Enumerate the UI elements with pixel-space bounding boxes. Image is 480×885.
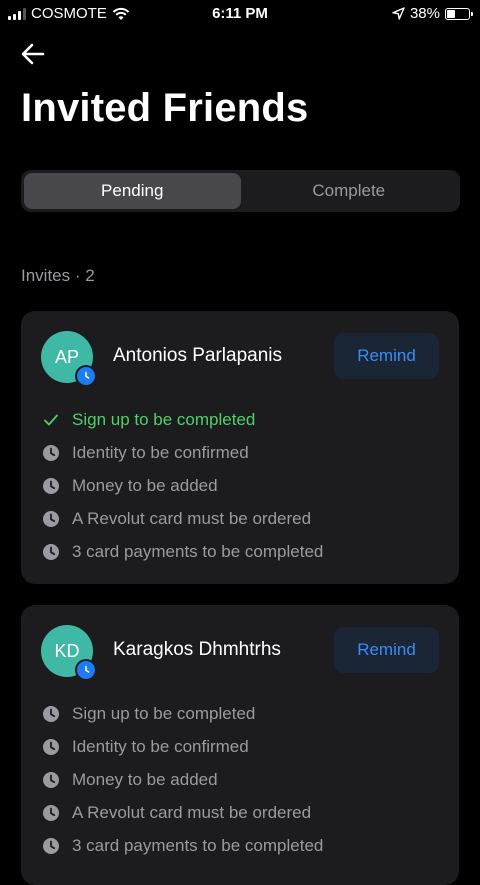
page-title: Invited Friends [21, 86, 309, 130]
step-item: Money to be added [41, 469, 323, 502]
invite-card: AP Antonios Parlapanis Remind Sign up to… [21, 311, 459, 584]
step-item: Identity to be confirmed [41, 730, 323, 763]
invites-count-label: Invites · 2 [21, 266, 95, 285]
step-label: A Revolut card must be ordered [72, 509, 312, 529]
step-item: Sign up to be completed [41, 697, 323, 730]
status-left: COSMOTE [8, 5, 130, 22]
pending-badge [75, 365, 97, 387]
location-icon [392, 7, 405, 20]
avatar: KD [41, 625, 97, 681]
clock-icon [41, 542, 61, 562]
status-right: 38% [392, 5, 473, 22]
clock-icon [41, 737, 61, 757]
back-button[interactable] [18, 40, 48, 68]
check-icon [41, 410, 61, 430]
step-item: 3 card payments to be completed [41, 536, 323, 569]
arrow-left-icon [21, 43, 45, 65]
step-item: 3 card payments to be completed [41, 830, 323, 863]
status-tabs: Pending Complete [21, 170, 460, 212]
clock-icon [85, 665, 90, 673]
step-label: Identity to be confirmed [72, 442, 249, 462]
battery-percent: 38% [409, 5, 440, 22]
remind-button[interactable]: Remind [334, 333, 439, 379]
avatar-initials: AP [54, 346, 79, 367]
clock-icon [41, 770, 61, 790]
step-item: A Revolut card must be ordered [41, 503, 323, 536]
wifi-icon [112, 7, 130, 20]
avatar: AP [41, 331, 97, 387]
step-item: Money to be added [41, 763, 323, 796]
step-item: Sign up to be completed [41, 403, 323, 436]
remind-button[interactable]: Remind [334, 627, 439, 673]
status-bar: COSMOTE 6:11 PM 38% [0, 0, 480, 28]
clock-icon [41, 443, 61, 463]
carrier-label: COSMOTE [31, 5, 107, 22]
steps-list: Sign up to be completed Identity to be c… [41, 697, 323, 863]
friend-name: Karagkos Dhmhtrhs [113, 639, 281, 660]
signal-icon [8, 7, 26, 20]
tab-pending[interactable]: Pending [24, 173, 241, 209]
pending-badge [75, 659, 97, 681]
step-label: Money to be added [72, 769, 218, 789]
step-item: Identity to be confirmed [41, 436, 323, 469]
tab-complete[interactable]: Complete [241, 173, 458, 209]
step-label: 3 card payments to be completed [72, 836, 324, 856]
battery-level [447, 9, 455, 18]
steps-list: Sign up to be completed Identity to be c… [41, 403, 323, 569]
clock-icon [41, 704, 61, 724]
clock-icon [85, 371, 90, 379]
avatar-initials: KD [54, 640, 80, 661]
invite-card-header: AP Antonios Parlapanis Remind [21, 311, 459, 401]
step-label: Sign up to be completed [72, 409, 256, 429]
step-label: Sign up to be completed [72, 703, 256, 723]
clock-icon [41, 476, 61, 496]
step-label: 3 card payments to be completed [72, 542, 324, 562]
friend-name: Antonios Parlapanis [113, 345, 282, 366]
step-item: A Revolut card must be ordered [41, 797, 323, 830]
invite-card-header: KD Karagkos Dhmhtrhs Remind [21, 605, 459, 695]
battery-icon [445, 7, 473, 20]
step-label: Money to be added [72, 475, 218, 495]
invite-card: KD Karagkos Dhmhtrhs Remind Sign up to b… [21, 605, 459, 885]
clock-icon [41, 509, 61, 529]
step-label: A Revolut card must be ordered [72, 803, 312, 823]
step-label: Identity to be confirmed [72, 736, 249, 756]
clock-icon [41, 803, 61, 823]
clock-icon [41, 836, 61, 856]
